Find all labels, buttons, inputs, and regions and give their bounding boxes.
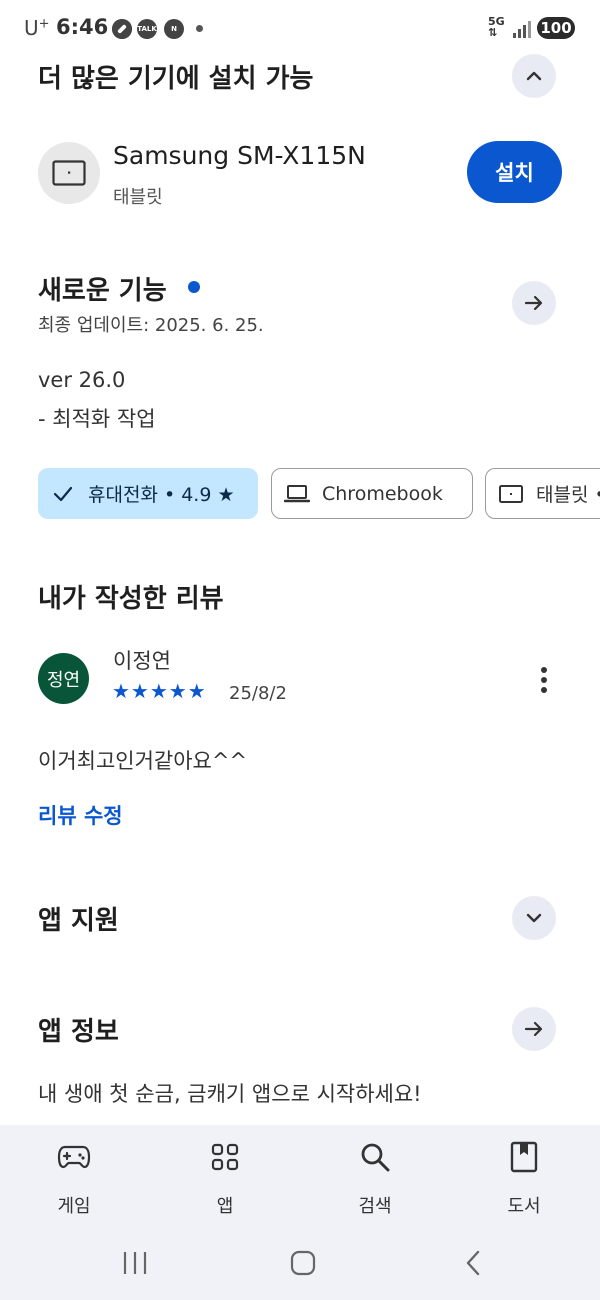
signal-icon [513, 20, 531, 38]
chip-tablet-label: 태블릿 • [536, 484, 600, 506]
gamepad-icon [57, 1145, 91, 1169]
release-notes: - 최적화 작업 [38, 407, 156, 431]
laptop-icon [284, 484, 310, 502]
back-button[interactable] [448, 1245, 498, 1281]
nav-games-label: 게임 [57, 1196, 91, 1217]
book-icon [510, 1141, 538, 1173]
status-bar: U+ 6:46 TALK N 5G ⇅ 100 [0, 0, 600, 56]
more-notifications-dot [196, 25, 203, 32]
whats-new-title: 새로운 기능 [38, 276, 167, 306]
nav-apps-label: 앱 [216, 1196, 234, 1217]
naver-icon: N [164, 19, 184, 39]
my-review-title: 내가 작성한 리뷰 [38, 584, 224, 614]
chip-phone[interactable]: 휴대전화 • 4.9 ★ [38, 468, 258, 519]
app-info-title: 앱 정보 [38, 1017, 119, 1047]
last-updated: 최종 업데이트: 2025. 6. 25. [38, 315, 264, 336]
install-section-title: 더 많은 기기에 설치 가능 [38, 64, 314, 94]
device-name: Samsung SM-X115N [113, 141, 366, 170]
app-support-expand-button[interactable] [512, 896, 556, 940]
review-text: 이거최고인거같아요^^ [38, 749, 248, 773]
app-info-more-button[interactable] [512, 1007, 556, 1051]
nav-search[interactable]: 검색 [335, 1138, 415, 1218]
more-options-icon[interactable] [530, 662, 558, 698]
talk-icon: TALK [137, 19, 157, 39]
review-date: 25/8/2 [229, 683, 287, 704]
device-type: 태블릿 [113, 187, 163, 208]
network-5g-icon: 5G ⇅ [488, 15, 505, 39]
nav-search-label: 검색 [358, 1196, 392, 1217]
apps-grid-icon [211, 1143, 239, 1171]
messenger-icon [112, 19, 132, 39]
nav-apps[interactable]: 앱 [185, 1138, 265, 1218]
install-button[interactable]: 설치 [467, 141, 562, 203]
new-indicator-dot [188, 281, 200, 293]
version-text: ver 26.0 [38, 368, 126, 392]
chip-chromebook-label: Chromebook [322, 482, 443, 505]
device-avatar [38, 142, 100, 204]
recent-apps-button[interactable] [110, 1245, 160, 1281]
reviewer-name: 이정연 [113, 649, 171, 673]
back-chevron-icon [466, 1250, 480, 1276]
chip-phone-label: 휴대전화 • 4.9 ★ [88, 484, 235, 506]
nav-books[interactable]: 도서 [484, 1138, 564, 1218]
nav-games[interactable]: 게임 [34, 1138, 114, 1218]
edit-review-link[interactable]: 리뷰 수정 [38, 800, 123, 830]
recent-apps-icon [123, 1252, 147, 1274]
tablet-icon [52, 160, 86, 186]
arrow-right-icon [524, 295, 543, 311]
battery-indicator: 100 [537, 17, 575, 39]
app-info-description: 내 생애 첫 순금, 금캐기 앱으로 시작하세요! [38, 1082, 422, 1106]
chip-chromebook[interactable]: Chromebook [271, 468, 473, 519]
app-support-title: 앱 지원 [38, 906, 119, 936]
chip-tablet[interactable]: 태블릿 • [485, 468, 600, 519]
whats-new-more-button[interactable] [512, 281, 556, 325]
carrier-label: U+ [24, 16, 50, 40]
status-time: 6:46 [56, 15, 109, 39]
chevron-up-icon [526, 71, 542, 81]
home-button[interactable] [278, 1245, 328, 1281]
home-icon [290, 1250, 316, 1276]
check-icon [53, 486, 73, 501]
nav-books-label: 도서 [507, 1196, 541, 1217]
arrow-right-icon [524, 1021, 543, 1037]
search-icon [361, 1143, 390, 1172]
chevron-down-icon [526, 913, 542, 923]
star-rating: ★★★★★ [112, 679, 207, 703]
collapse-button[interactable] [512, 54, 556, 98]
avatar: 정연 [38, 653, 89, 704]
tablet-icon [499, 484, 523, 503]
